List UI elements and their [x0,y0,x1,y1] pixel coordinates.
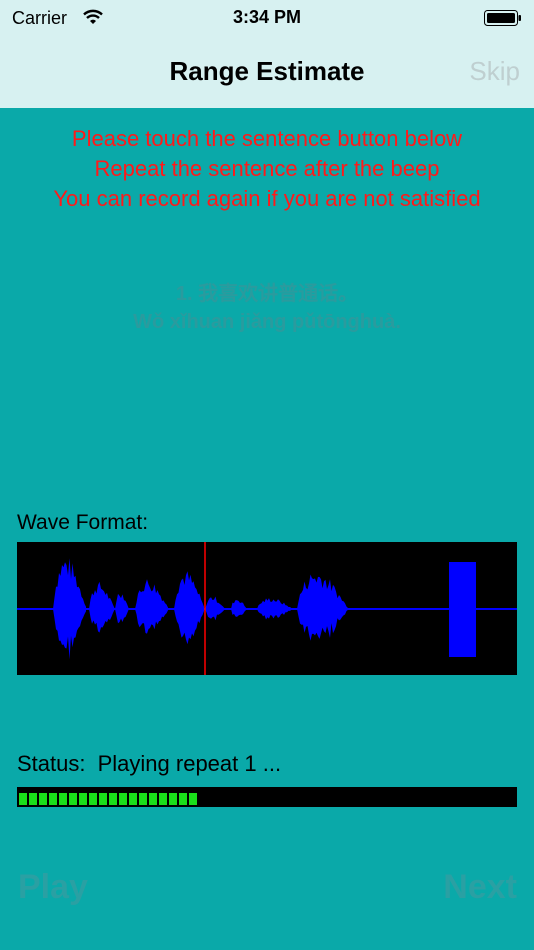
wave-format-label: Wave Format: [17,511,149,534]
progress-segment [179,793,187,805]
progress-segment [79,793,87,805]
page-title: Range Estimate [169,56,365,86]
progress-segment [139,793,147,805]
sentence-button[interactable]: 1. 我喜欢讲普通话。 Wǒ xǐhuan jiǎng pǔtōnghuà. [0,280,534,336]
battery-icon [484,10,521,26]
waveform-beep [449,562,476,657]
waveform-graph [17,542,517,675]
progress-segment [149,793,157,805]
progress-bar [17,787,517,807]
status-row: Status: Playing repeat 1 ... [17,751,281,777]
play-button[interactable]: Play [18,868,88,907]
progress-segment [29,793,37,805]
instructions: Please touch the sentence button below R… [0,124,534,214]
status-bar: Carrier 3:34 PM [0,0,534,38]
progress-segment [19,793,27,805]
progress-segment [49,793,57,805]
progress-segment [129,793,137,805]
instruction-line: Repeat the sentence after the beep [94,156,440,181]
progress-segment [59,793,67,805]
sentence-chinese: 1. 我喜欢讲普通话。 [175,283,359,305]
instruction-line: You can record again if you are not sati… [53,186,481,211]
waveform-display [17,542,517,675]
instruction-line: Please touch the sentence button below [71,126,463,151]
next-button[interactable]: Next [443,868,517,907]
status-text: Playing repeat 1 ... [97,751,282,776]
status-label: Status: [17,751,86,776]
waveform-signal [53,558,348,660]
progress-segment [189,793,197,805]
progress-segment [169,793,177,805]
clock: 3:34 PM [232,7,302,27]
progress-segment [159,793,167,805]
progress-segment [39,793,47,805]
skip-button[interactable]: Skip [469,56,520,87]
progress-segment [89,793,97,805]
navigation-bar: Range Estimate Skip [0,38,534,108]
progress-segment [119,793,127,805]
sentence-pinyin: Wǒ xǐhuan jiǎng pǔtōnghuà. [133,311,401,333]
progress-segment [69,793,77,805]
progress-segment [99,793,107,805]
progress-segment [109,793,117,805]
